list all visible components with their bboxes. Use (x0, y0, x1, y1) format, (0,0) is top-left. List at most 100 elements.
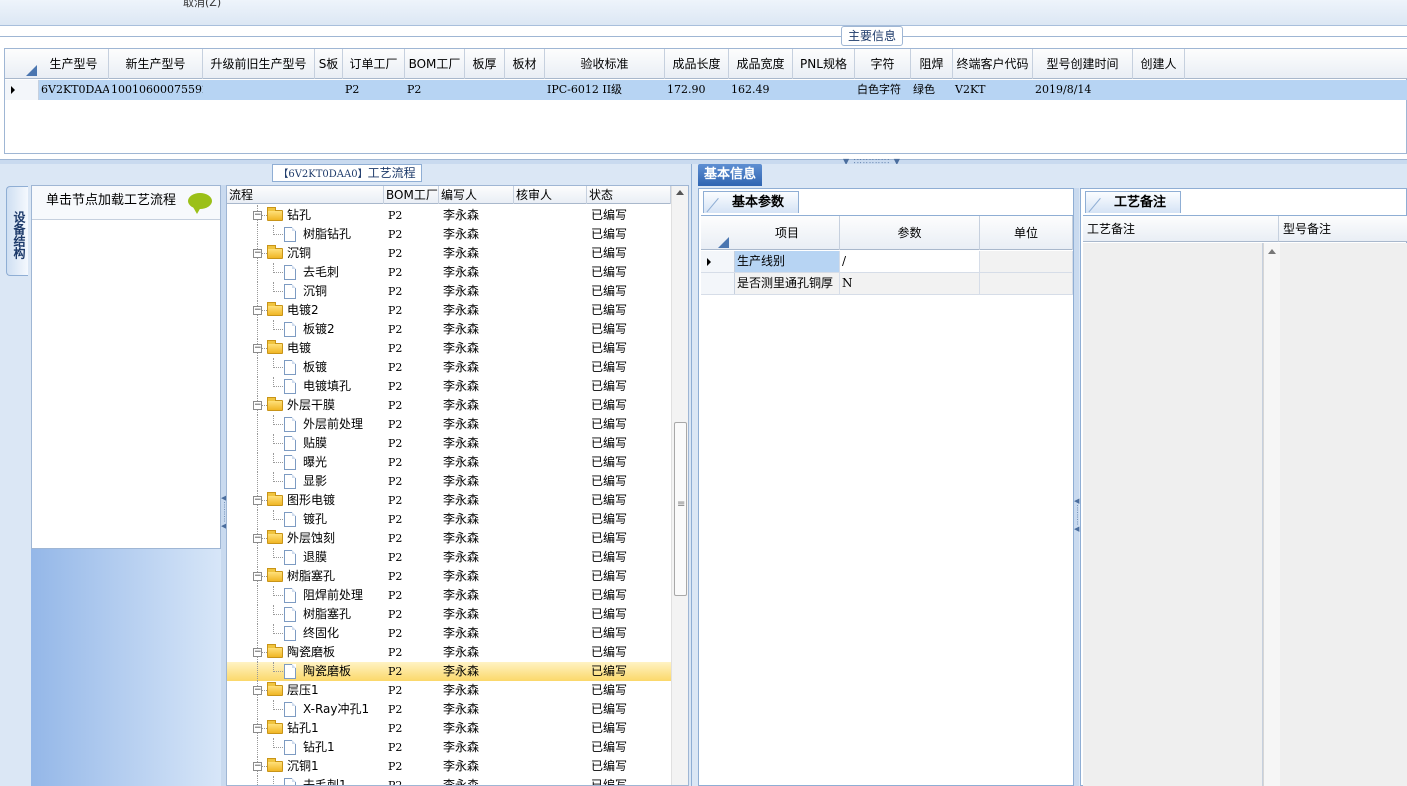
notes-grid[interactable]: 工艺备注 型号备注 (1083, 215, 1407, 786)
select-all-corner-icon[interactable] (26, 65, 37, 76)
params-cell-value[interactable]: / (840, 251, 980, 272)
table-cell[interactable]: 6V2KT0DAA0 (39, 80, 109, 100)
collapse-toggle-icon[interactable]: − (253, 686, 262, 695)
model-notes-textarea[interactable] (1280, 243, 1407, 786)
table-cell[interactable] (505, 80, 545, 100)
params-cell-item[interactable]: 生产线别 (735, 251, 840, 272)
column-header[interactable]: BOM工厂 (405, 49, 465, 79)
tree-column-header[interactable]: 状态 (587, 186, 671, 204)
tree-node-step[interactable]: 外层前处理 P2 李永森 已编写 (227, 415, 671, 434)
collapse-toggle-icon[interactable]: − (253, 249, 262, 258)
column-header[interactable]: 字符 (855, 49, 911, 79)
tree-node-group[interactable]: − 沉铜1 P2 李永森 已编写 (227, 757, 671, 776)
tree-column-header[interactable]: 编写人 (439, 186, 514, 204)
tab-basic-params[interactable]: 基本参数 (703, 191, 800, 213)
table-cell[interactable] (465, 80, 505, 100)
collapse-toggle-icon[interactable]: − (253, 401, 262, 410)
notes-scrollbar[interactable] (1263, 243, 1280, 786)
tree-node-step[interactable]: 终固化 P2 李永森 已编写 (227, 624, 671, 643)
scroll-thumb[interactable] (674, 422, 687, 596)
table-cell[interactable]: 162.49 (729, 80, 793, 100)
tree-node-group[interactable]: − 电镀 P2 李永森 已编写 (227, 339, 671, 358)
column-header[interactable]: 新生产型号 (109, 49, 203, 79)
tree-node-step[interactable]: 树脂塞孔 P2 李永森 已编写 (227, 605, 671, 624)
column-header[interactable]: 创建人 (1133, 49, 1185, 79)
tree-node-group[interactable]: − 钻孔1 P2 李永森 已编写 (227, 719, 671, 738)
tab-basic-info[interactable]: 基本信息 (698, 164, 762, 186)
main-info-grid[interactable]: 生产型号 新生产型号 升级前旧生产型号 S板 订单工厂 BOM工厂 板厚 板材 验收标准 成品长度… (4, 48, 1407, 154)
collapse-toggle-icon[interactable]: − (253, 572, 262, 581)
tree-node-step[interactable]: 钻孔1 P2 李永森 已编写 (227, 738, 671, 757)
process-notes-textarea[interactable] (1083, 243, 1263, 786)
table-cell[interactable]: IPC-6012 II级 (545, 80, 665, 100)
tree-node-group[interactable]: − 沉铜 P2 李永森 已编写 (227, 244, 671, 263)
tree-scrollbar[interactable] (671, 186, 688, 785)
tree-node-step[interactable]: 树脂钻孔 P2 李永森 已编写 (227, 225, 671, 244)
column-header[interactable]: 成品宽度 (729, 49, 793, 79)
tree-node-step[interactable]: 贴膜 P2 李永森 已编写 (227, 434, 671, 453)
collapse-toggle-icon[interactable]: − (253, 496, 262, 505)
table-cell[interactable] (793, 80, 855, 100)
tree-node-step[interactable]: 板镀 P2 李永森 已编写 (227, 358, 671, 377)
params-cell-unit[interactable] (980, 273, 1073, 294)
collapse-toggle-icon[interactable]: − (253, 306, 262, 315)
tree-node-group[interactable]: − 树脂塞孔 P2 李永森 已编写 (227, 567, 671, 586)
collapse-toggle-icon[interactable]: − (253, 762, 262, 771)
tree-node-step[interactable]: 曝光 P2 李永森 已编写 (227, 453, 671, 472)
row-selector[interactable] (701, 251, 735, 272)
tree-node-group[interactable]: − 层压1 P2 李永森 已编写 (227, 681, 671, 700)
table-cell[interactable]: 绿色 (911, 80, 953, 100)
cancel-button[interactable]: 取消(Z) (183, 0, 221, 10)
row-selector[interactable] (5, 80, 39, 100)
tree-column-header[interactable]: 核审人 (514, 186, 587, 204)
column-header[interactable]: 板厚 (465, 49, 505, 79)
process-tree[interactable]: 流程 BOM工厂 编写人 核审人 状态 − 钻孔 P2 李永森 已编写 树脂钻孔 P2 李永森 已编写 −… (226, 185, 689, 786)
collapse-toggle-icon[interactable]: − (253, 724, 262, 733)
tree-node-group[interactable]: − 图形电镀 P2 李永森 已编写 (227, 491, 671, 510)
tree-node-group[interactable]: − 陶瓷磨板 P2 李永森 已编写 (227, 643, 671, 662)
tab-process-notes[interactable]: 工艺备注 (1085, 191, 1182, 213)
column-header[interactable]: 验收标准 (545, 49, 665, 79)
collapse-toggle-icon[interactable]: − (253, 534, 262, 543)
params-cell-value[interactable]: N (840, 273, 980, 294)
tree-node-step[interactable]: 镀孔 P2 李永森 已编写 (227, 510, 671, 529)
column-header[interactable]: 型号创建时间 (1033, 49, 1133, 79)
table-row[interactable]: 是否测里通孔铜厚 N (701, 273, 1073, 295)
column-header[interactable]: S板 (315, 49, 343, 79)
params-cell-unit[interactable] (980, 251, 1073, 272)
column-header[interactable]: 板材 (505, 49, 545, 79)
column-header[interactable]: PNL规格 (793, 49, 855, 79)
column-header[interactable]: 阻焊 (911, 49, 953, 79)
table-cell[interactable]: 白色字符 (855, 80, 911, 100)
row-selector[interactable] (701, 273, 735, 294)
select-all-corner-icon[interactable] (718, 237, 729, 248)
column-header[interactable]: 终端客户代码 (953, 49, 1033, 79)
table-cell[interactable]: P2 (343, 80, 405, 100)
tree-node-step[interactable]: 板镀2 P2 李永森 已编写 (227, 320, 671, 339)
tree-node-step[interactable]: 沉铜 P2 李永森 已编写 (227, 282, 671, 301)
tree-node-step[interactable]: 陶瓷磨板 P2 李永森 已编写 (227, 662, 671, 681)
params-column-header[interactable]: 参数 (840, 216, 980, 250)
column-header[interactable]: 生产型号 (39, 49, 109, 79)
tree-node-step[interactable]: 显影 P2 李永森 已编写 (227, 472, 671, 491)
table-row[interactable]: 6V2KT0DAA010010600075592 P2P2 IPC-6012 II级… (5, 80, 1407, 100)
column-header[interactable]: 升级前旧生产型号 (203, 49, 315, 79)
column-header[interactable]: 成品长度 (665, 49, 729, 79)
params-cell-item[interactable]: 是否测里通孔铜厚 (735, 273, 840, 294)
tree-node-group[interactable]: − 电镀2 P2 李永森 已编写 (227, 301, 671, 320)
notes-column-header[interactable]: 工艺备注 (1083, 216, 1279, 242)
vertical-splitter[interactable]: ◀ ⋮ ⋮ ⋮ ◀ (1074, 188, 1081, 786)
params-column-header[interactable]: 单位 (980, 216, 1073, 250)
table-cell[interactable]: 172.90 (665, 80, 729, 100)
collapse-toggle-icon[interactable]: − (253, 211, 262, 220)
table-cell[interactable]: 2019/8/14 (1033, 80, 1133, 100)
tree-node-group[interactable]: − 外层蚀刻 P2 李永森 已编写 (227, 529, 671, 548)
tree-node-step[interactable]: 去毛刺1 P2 李永森 已编写 (227, 776, 671, 785)
collapse-toggle-icon[interactable]: − (253, 344, 262, 353)
tree-column-header[interactable]: BOM工厂 (384, 186, 439, 204)
tree-node-step[interactable]: 去毛刺 P2 李永森 已编写 (227, 263, 671, 282)
scroll-up-arrow-icon[interactable] (1268, 249, 1276, 254)
collapse-toggle-icon[interactable]: − (253, 648, 262, 657)
table-cell[interactable] (315, 80, 343, 100)
tree-column-header[interactable]: 流程 (227, 186, 384, 204)
